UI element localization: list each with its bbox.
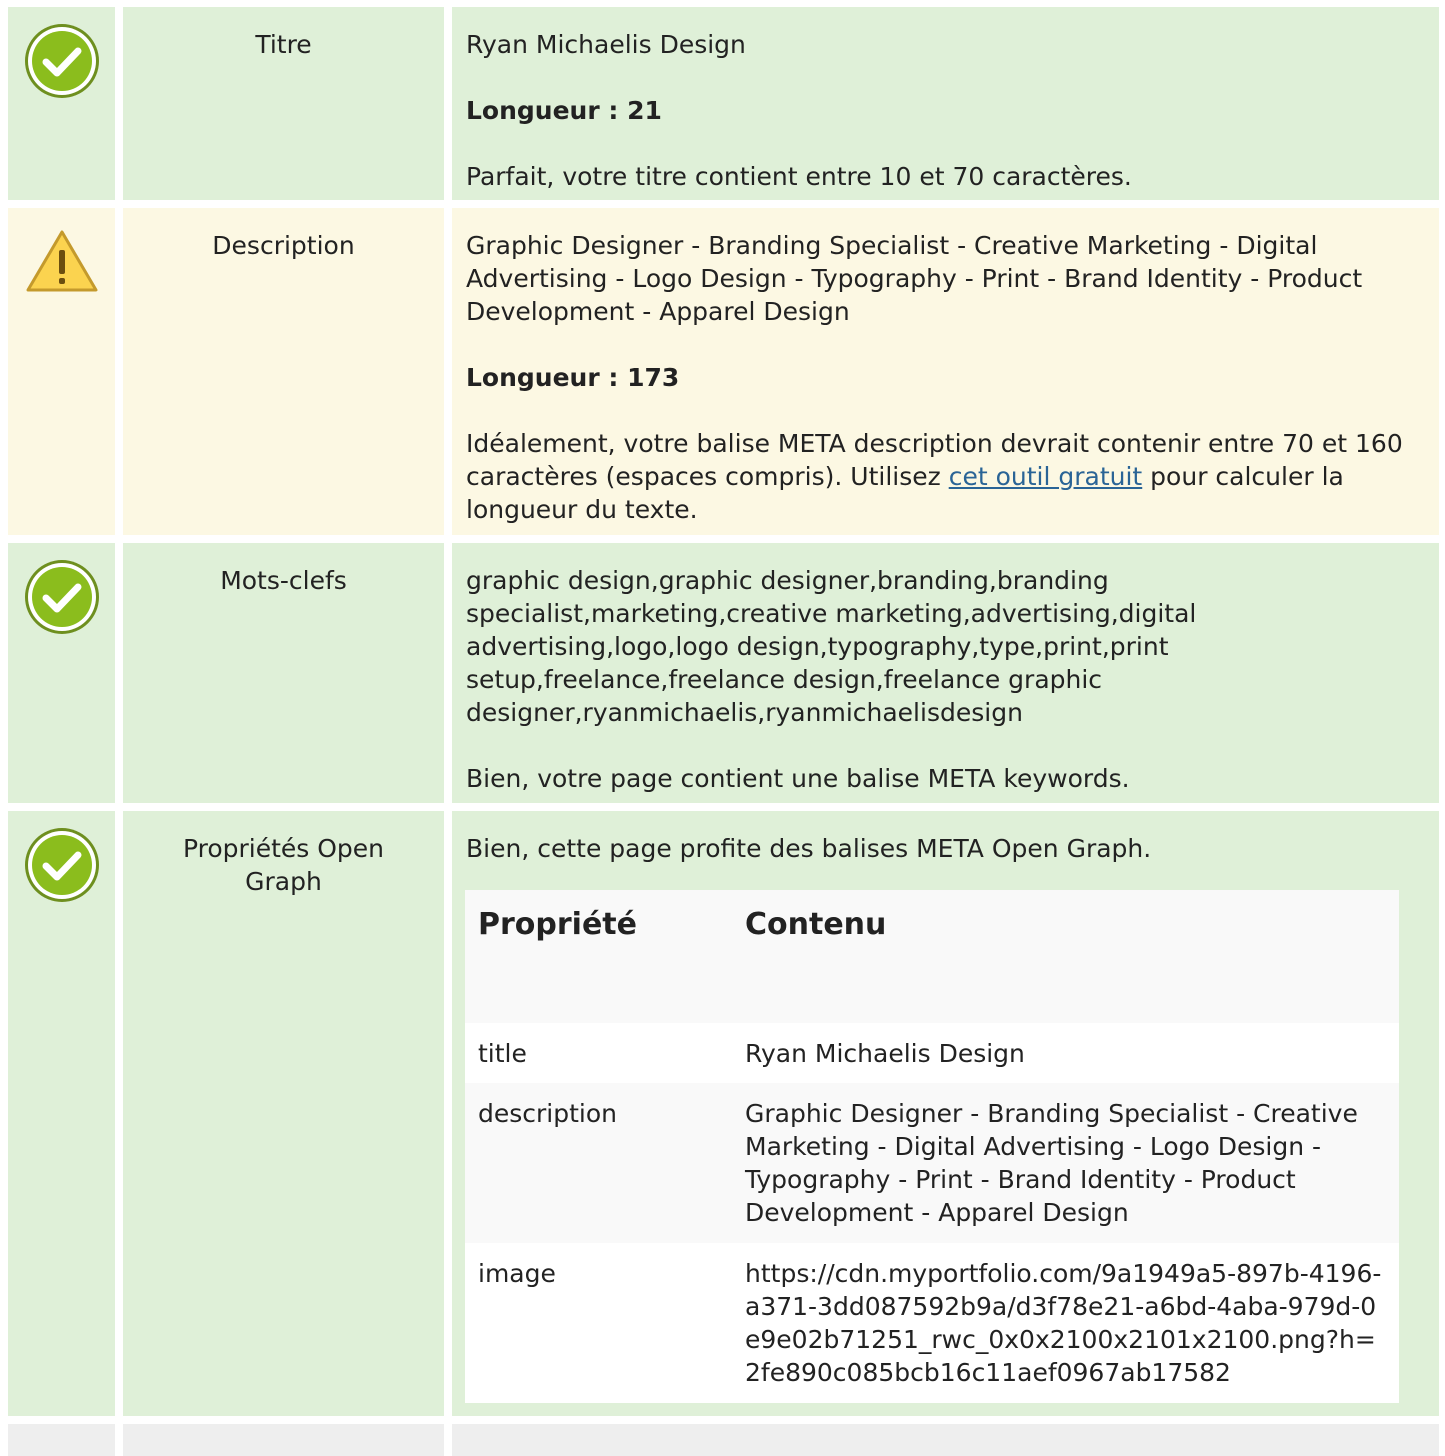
row-content: Graphic Designer - Branding Specialist -…	[452, 208, 1439, 535]
row-content: graphic design,graphic designer,branding…	[452, 543, 1439, 803]
row-label	[123, 1424, 444, 1456]
check-icon	[23, 826, 101, 904]
status-message: Bien, cette page profite des balises MET…	[466, 834, 1152, 863]
row-open-graph: Propriétés Open Graph Bien, cette page p…	[0, 811, 1445, 1416]
row-label: Description	[123, 208, 444, 535]
status-cell	[8, 811, 115, 1416]
status-cell	[8, 1424, 115, 1456]
header-content: Contenu	[745, 907, 887, 942]
property-cell: title	[478, 1039, 527, 1068]
status-message: Parfait, votre titre contient entre 10 e…	[466, 162, 1132, 191]
check-icon	[23, 22, 101, 100]
content-cell: https://cdn.myportfolio.com/9a1949a5-897…	[745, 1259, 1382, 1387]
description-value: Graphic Designer - Branding Specialist -…	[466, 231, 1363, 326]
row-content	[452, 1424, 1439, 1456]
status-cell	[8, 7, 115, 200]
content-cell: Graphic Designer - Branding Specialist -…	[745, 1099, 1358, 1227]
header-property: Propriété	[478, 907, 637, 942]
length-label: Longueur : 21	[466, 96, 662, 125]
property-cell: description	[478, 1099, 618, 1128]
table-row: title Ryan Michaelis Design	[465, 1023, 1399, 1083]
title-value: Ryan Michaelis Design	[466, 30, 746, 59]
open-graph-table: Propriété Contenu title Ryan Michaelis D…	[465, 890, 1399, 1403]
row-description: Description Graphic Designer - Branding …	[0, 208, 1445, 535]
row-content: Ryan Michaelis Design Longueur : 21 Parf…	[452, 7, 1439, 200]
table-header: Propriété Contenu	[465, 890, 1399, 1023]
check-icon	[23, 558, 101, 636]
row-next	[0, 1424, 1445, 1456]
free-tool-link[interactable]: cet outil gratuit	[949, 462, 1143, 491]
table-row: image https://cdn.myportfolio.com/9a1949…	[465, 1243, 1399, 1403]
row-label: Propriétés Open Graph	[123, 811, 444, 1416]
table-row: description Graphic Designer - Branding …	[465, 1083, 1399, 1243]
status-message: Idéalement, votre balise META descriptio…	[466, 427, 1425, 526]
status-cell	[8, 543, 115, 803]
status-cell	[8, 208, 115, 535]
content-cell: Ryan Michaelis Design	[745, 1039, 1025, 1068]
row-label: Mots-clefs	[123, 543, 444, 803]
keywords-value: graphic design,graphic designer,branding…	[466, 566, 1197, 727]
length-label: Longueur : 173	[466, 363, 680, 392]
row-title: Titre Ryan Michaelis Design Longueur : 2…	[0, 7, 1445, 200]
warning-icon	[25, 228, 99, 294]
status-message: Bien, votre page contient une balise MET…	[466, 764, 1130, 793]
property-cell: image	[478, 1259, 556, 1288]
row-label: Titre	[123, 7, 444, 200]
row-keywords: Mots-clefs graphic design,graphic design…	[0, 543, 1445, 803]
